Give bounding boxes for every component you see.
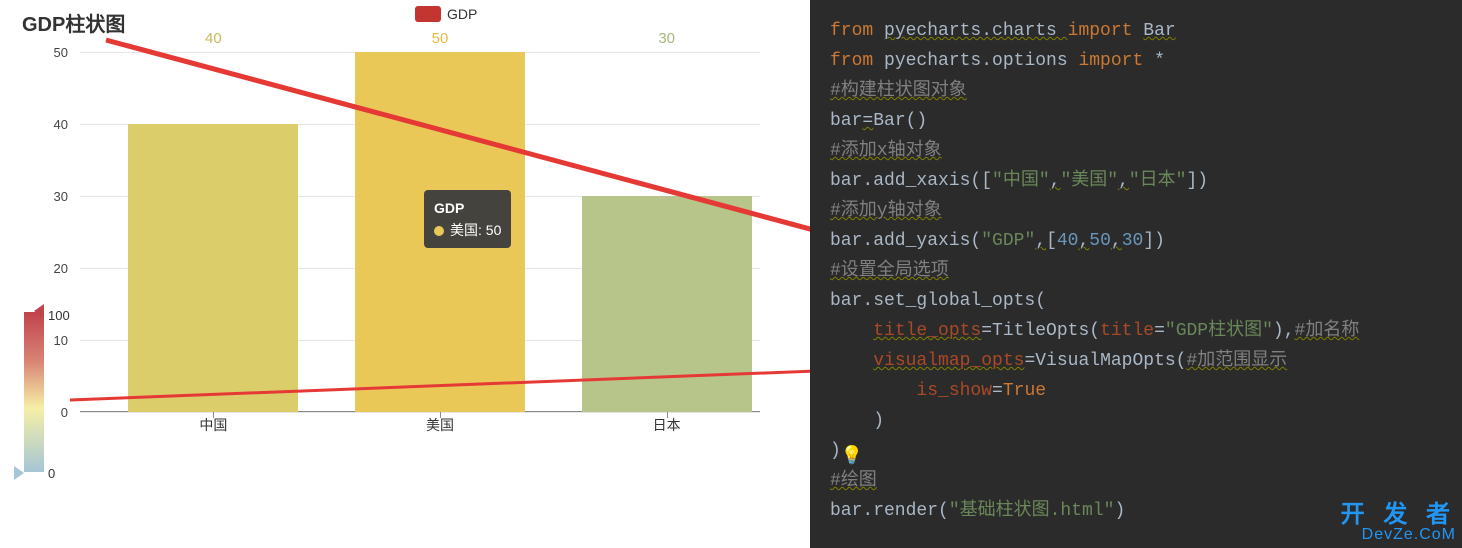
code-line: ) [830, 406, 1442, 436]
x-tick-label: 中国 [128, 415, 298, 435]
code-line: #绘图 [830, 466, 1442, 496]
code-line: bar.set_global_opts( [830, 286, 1442, 316]
bar-value-label: 50 [355, 30, 525, 52]
y-tick-label: 30 [38, 189, 68, 204]
code-line: from pyecharts.charts import Bar [830, 16, 1442, 46]
code-line: visualmap_opts=VisualMapOpts(#加范围显示 [830, 346, 1442, 376]
code-line: )💡 [830, 436, 1442, 466]
code-line: bar.add_yaxis("GDP",[40,50,30]) [830, 226, 1442, 256]
code-panel: from pyecharts.charts import Barfrom pye… [810, 0, 1462, 548]
code-line: #构建柱状图对象 [830, 76, 1442, 106]
tooltip-name: 美国 [450, 222, 478, 238]
watermark-line1: 开 发 者 [1341, 502, 1456, 527]
watermark-line2: DevZe.CoM [1341, 527, 1456, 544]
tooltip-series: GDP [434, 198, 501, 218]
code-line: is_show=True [830, 376, 1442, 406]
legend-swatch [415, 6, 441, 22]
x-tick-label: 美国 [355, 415, 525, 435]
visualmap-handle-bottom-icon[interactable] [14, 466, 24, 480]
visualmap-max: 100 [48, 308, 70, 323]
bar-value-label: 30 [582, 30, 752, 196]
tooltip-row: 美国: 50 [434, 220, 501, 240]
y-tick-label: 40 [38, 117, 68, 132]
bar[interactable] [582, 196, 752, 412]
code-line: title_opts=TitleOpts(title="GDP柱状图"),#加名… [830, 316, 1442, 346]
code-line: bar.add_xaxis(["中国","美国","日本"]) [830, 166, 1442, 196]
legend-label: GDP [447, 6, 477, 22]
code-line: #添加x轴对象 [830, 136, 1442, 166]
visualmap-gradient[interactable] [24, 312, 44, 472]
visualmap-handle-top-icon[interactable] [34, 304, 44, 318]
bar-value-label: 40 [128, 30, 298, 124]
code-line: #添加y轴对象 [830, 196, 1442, 226]
visualmap-min: 0 [48, 466, 55, 481]
bar[interactable] [128, 124, 298, 412]
code-line: bar=Bar() [830, 106, 1442, 136]
watermark: 开 发 者 DevZe.CoM [1341, 502, 1456, 544]
tooltip: GDP 美国: 50 [424, 190, 511, 248]
code-line: from pyecharts.options import * [830, 46, 1442, 76]
tooltip-dot-icon [434, 226, 444, 236]
y-tick-label: 50 [38, 45, 68, 60]
y-tick-label: 20 [38, 261, 68, 276]
x-tick-label: 日本 [582, 415, 752, 435]
code-line: #设置全局选项 [830, 256, 1442, 286]
tooltip-value: 50 [486, 222, 502, 238]
grid-line [80, 412, 760, 413]
chart-title: GDP柱状图 [22, 8, 125, 37]
chart-panel: GDP柱状图 GDP 01020304050405030 GDP 美国: 50 … [0, 0, 810, 548]
legend[interactable]: GDP [415, 6, 477, 22]
plot-area: 01020304050405030 [80, 52, 760, 412]
